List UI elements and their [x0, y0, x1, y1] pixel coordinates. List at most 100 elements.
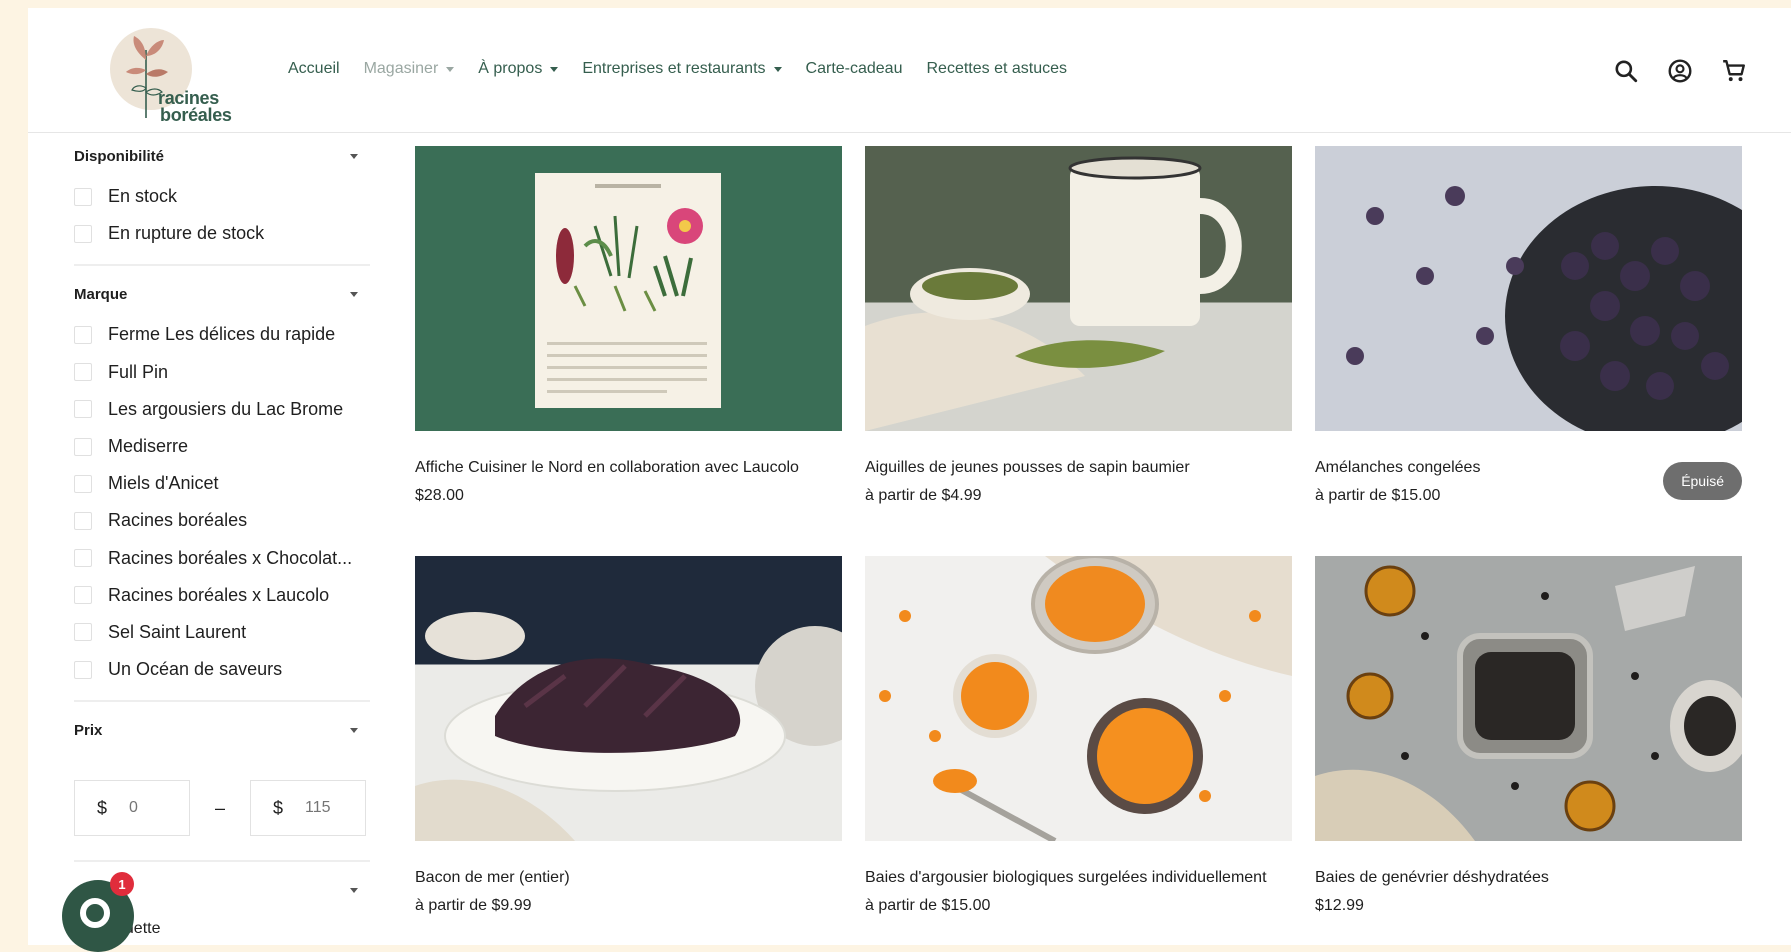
nav-a-propos[interactable]: À propos: [478, 60, 559, 78]
product-price: à partir de $4.99: [865, 487, 982, 504]
product-image[interactable]: [415, 146, 842, 431]
main-nav: Accueil Magasiner À propos Entreprises e…: [288, 60, 1067, 78]
nav-carte-cadeau[interactable]: Carte-cadeau: [806, 60, 903, 78]
mug-photo-illustration: [865, 156, 1242, 431]
seaweed-photo-illustration: [415, 612, 842, 841]
filter-price-toggle[interactable]: Prix: [74, 720, 370, 740]
filter-option-brand[interactable]: Racines boréales: [74, 502, 370, 539]
checkbox[interactable]: [74, 511, 92, 530]
sea-buckthorn-photo-illustration: [879, 556, 1292, 841]
nav-label: À propos: [478, 60, 543, 77]
option-label: Un Océan de saveurs: [108, 659, 283, 680]
product-card[interactable]: Baies de genévrier déshydratées $12.99: [1315, 556, 1742, 915]
filter-availability-toggle[interactable]: Disponibilité: [74, 146, 370, 166]
product-title[interactable]: Baies d'argousier biologiques surgelées …: [865, 869, 1292, 887]
berries-photo-illustration: [1346, 186, 1742, 431]
option-label: En stock: [108, 186, 178, 207]
brand-logo[interactable]: racines boréales: [100, 20, 240, 128]
nav-accueil[interactable]: Accueil: [288, 60, 340, 78]
currency-symbol: $: [97, 797, 108, 818]
option-label: Racines boréales x Chocolat...: [108, 547, 353, 568]
filter-option-brand[interactable]: Racines boréales x Laucolo: [74, 577, 370, 614]
price-min-field[interactable]: $: [74, 780, 190, 837]
option-label: Sel Saint Laurent: [108, 621, 247, 642]
account-icon[interactable]: [1667, 58, 1693, 84]
filter-brand-toggle[interactable]: Marque: [74, 284, 370, 304]
product-card[interactable]: Affiche Cuisiner le Nord en collaboratio…: [415, 146, 842, 505]
chevron-down-icon: [773, 66, 782, 72]
filter-option-brand[interactable]: Racines boréales x Chocolat...: [74, 540, 370, 577]
product-price: à partir de $15.00: [865, 897, 991, 914]
filter-option-in-stock[interactable]: En stock: [74, 178, 370, 215]
filter-option-brand[interactable]: Les argousiers du Lac Brome: [74, 391, 370, 428]
product-price: $12.99: [1315, 897, 1364, 914]
checkbox[interactable]: [74, 325, 92, 344]
product-card[interactable]: Bacon de mer (entier) à partir de $9.99: [415, 556, 842, 915]
filter-option-brand[interactable]: Ferme Les délices du rapide: [74, 316, 370, 353]
chevron-down-icon: [350, 291, 358, 297]
price-min-input[interactable]: [129, 799, 180, 818]
search-icon[interactable]: [1613, 58, 1639, 84]
checkbox[interactable]: [74, 400, 92, 419]
filter-price: Prix $ – $: [74, 720, 370, 863]
filter-option-brand[interactable]: Miels d'Anicet: [74, 465, 370, 502]
filter-option-brand[interactable]: Full Pin: [74, 354, 370, 391]
product-title[interactable]: Bacon de mer (entier): [415, 869, 842, 887]
checkbox[interactable]: [74, 549, 92, 568]
site-header: racines boréales Accueil Magasiner À pro…: [28, 8, 1791, 133]
checkbox[interactable]: [74, 437, 92, 456]
notification-badge: 1: [110, 872, 134, 896]
product-image[interactable]: [865, 146, 1292, 431]
filter-option-brand[interactable]: Sel Saint Laurent: [74, 614, 370, 651]
nav-magasiner[interactable]: Magasiner: [364, 60, 455, 78]
filter-option-brand[interactable]: Mediserre: [74, 428, 370, 465]
checkbox[interactable]: [74, 187, 92, 206]
nav-label: Magasiner: [363, 60, 439, 77]
cart-icon[interactable]: [1721, 58, 1747, 84]
chevron-down-icon: [350, 887, 358, 893]
option-label: Full Pin: [108, 361, 169, 382]
checkbox[interactable]: [74, 224, 92, 243]
page: racines boréales Accueil Magasiner À pro…: [28, 8, 1791, 945]
filter-title: Disponibilité: [74, 147, 164, 165]
option-label: Mediserre: [108, 436, 189, 457]
checkbox[interactable]: [74, 363, 92, 382]
price-range-dash: –: [214, 797, 225, 818]
product-title[interactable]: Baies de genévrier déshydratées: [1315, 869, 1742, 887]
checkbox[interactable]: [74, 474, 92, 493]
product-title[interactable]: Aiguilles de jeunes pousses de sapin bau…: [865, 459, 1292, 477]
price-range: $ – $: [74, 780, 370, 848]
checkbox[interactable]: [74, 660, 92, 679]
product-image[interactable]: [865, 556, 1292, 841]
checkbox[interactable]: [74, 586, 92, 605]
option-label: En rupture de stock: [108, 223, 265, 244]
product-image[interactable]: [1315, 146, 1742, 431]
product-price: à partir de $9.99: [415, 897, 532, 914]
product-image[interactable]: [415, 556, 842, 841]
product-card[interactable]: Amélanches congelées à partir de $15.00 …: [1315, 146, 1742, 505]
nav-label: Recettes et astuces: [926, 60, 1067, 77]
nav-recettes[interactable]: Recettes et astuces: [926, 60, 1067, 78]
logo-wordmark: racines boréales: [158, 89, 232, 124]
price-max-input[interactable]: [305, 799, 356, 818]
option-label: Ferme Les délices du rapide: [108, 324, 336, 345]
product-card[interactable]: Aiguilles de jeunes pousses de sapin bau…: [865, 146, 1292, 505]
filter-title: Prix: [74, 721, 103, 739]
option-label: Miels d'Anicet: [108, 473, 219, 494]
checkbox[interactable]: [74, 623, 92, 642]
product-image[interactable]: [1315, 556, 1742, 841]
poster-illustration: [535, 173, 721, 408]
sold-out-badge: Épuisé: [1663, 462, 1742, 500]
filter-option-brand[interactable]: Un Océan de saveurs: [74, 651, 370, 688]
option-label: Racines boréales: [108, 510, 248, 531]
product-card[interactable]: Baies d'argousier biologiques surgelées …: [865, 556, 1292, 915]
filter-availability: Disponibilité En stock En rupture de sto…: [74, 146, 370, 267]
juniper-photo-illustration: [1315, 565, 1742, 841]
product-title[interactable]: Affiche Cuisiner le Nord en collaboratio…: [415, 459, 842, 477]
nav-label: Carte-cadeau: [805, 60, 903, 77]
nav-label: Accueil: [288, 60, 340, 77]
price-max-field[interactable]: $: [250, 780, 366, 837]
filter-option-out-of-stock[interactable]: En rupture de stock: [74, 215, 370, 252]
filter-sidebar: Disponibilité En stock En rupture de sto…: [74, 146, 370, 912]
nav-entreprises[interactable]: Entreprises et restaurants: [582, 60, 782, 78]
